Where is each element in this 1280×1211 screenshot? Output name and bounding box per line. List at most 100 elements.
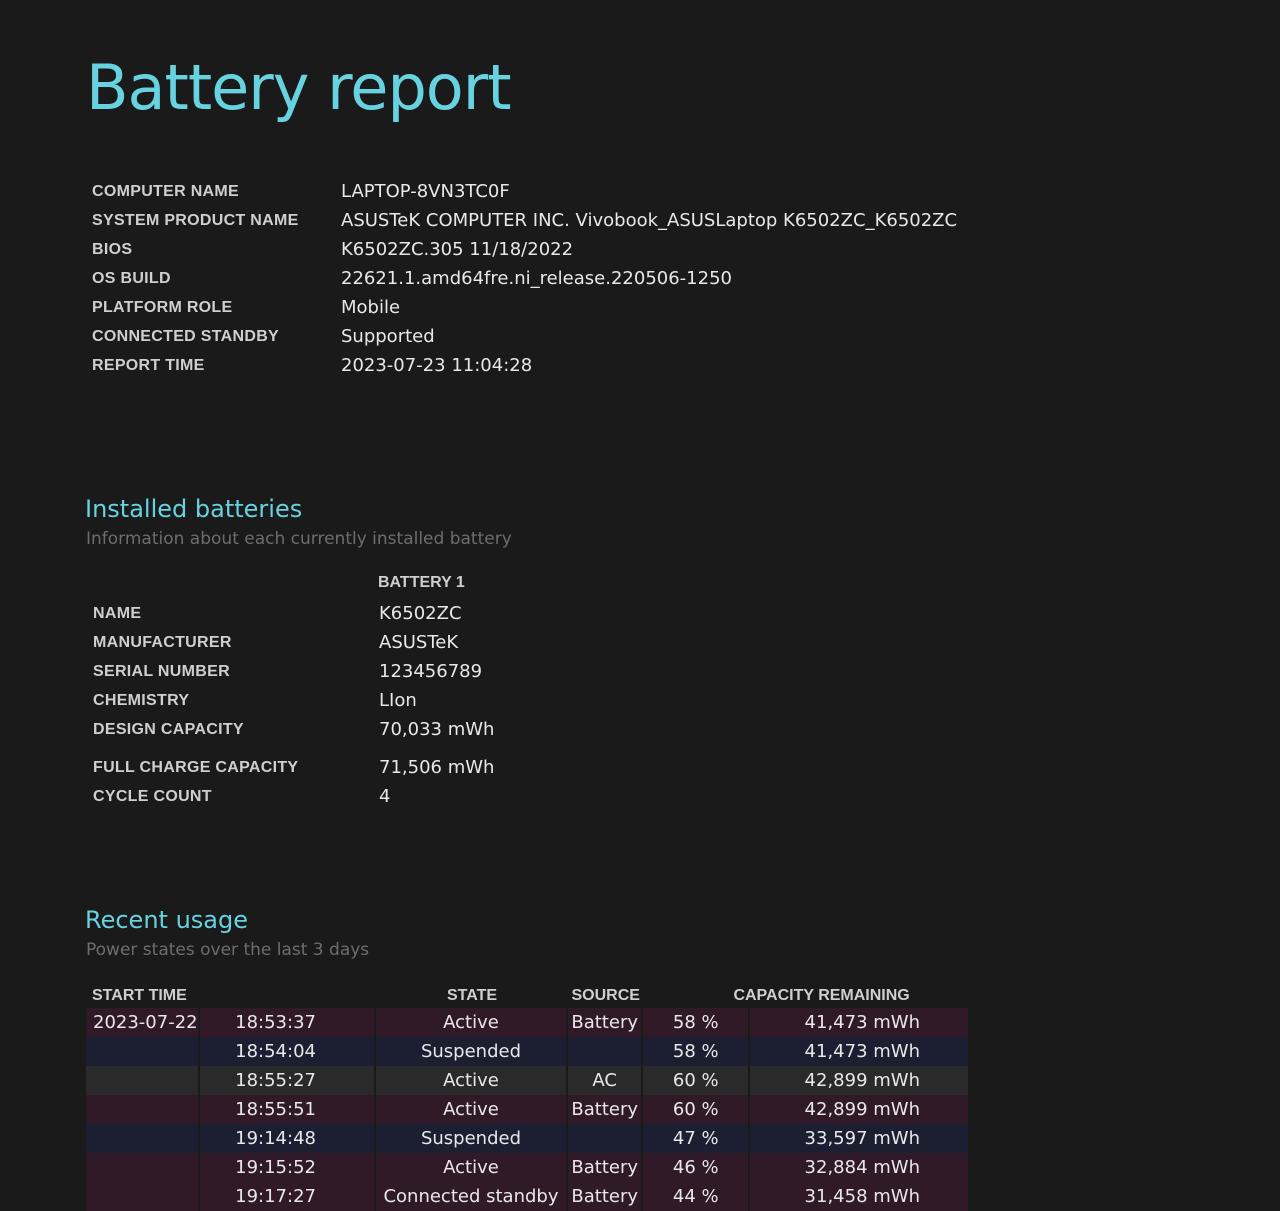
usage-row: 19:14:48 Suspended 47 % 33,597 mWh: [86, 1124, 968, 1153]
battery-info-row: CYCLE COUNT 4: [93, 782, 494, 811]
manufacturer-label: MANUFACTURER: [93, 633, 232, 651]
design-capacity-label: DESIGN CAPACITY: [93, 720, 244, 738]
usage-row: 2023-07-22 18:53:37 Active Battery 58 % 41,47…: [86, 1008, 968, 1037]
usage-capacity-percent: 44 %: [643, 1182, 751, 1211]
capacity-remaining-header: CAPACITY REMAINING: [733, 986, 910, 1004]
installed-batteries-subtitle: Information about each currently install…: [86, 529, 512, 549]
os-build-label: OS BUILD: [92, 269, 171, 287]
usage-state: Suspended: [375, 1037, 568, 1066]
usage-source: Battery: [567, 1095, 644, 1124]
usage-time: 19:17:27: [199, 1182, 376, 1211]
system-info-row: COMPUTER NAME LAPTOP-8VN3TC0F: [92, 177, 957, 206]
platform-role-value: Mobile: [341, 297, 401, 318]
computer-name-label: COMPUTER NAME: [92, 182, 240, 200]
usage-capacity-mwh: 31,458 mWh: [750, 1182, 968, 1211]
recent-usage-subtitle: Power states over the last 3 days: [86, 940, 370, 960]
source-header: SOURCE: [571, 986, 640, 1004]
system-product-name-value: ASUSTeK COMPUTER INC. Vivobook_ASUSLapto…: [341, 210, 958, 231]
usage-date: [86, 1095, 200, 1124]
usage-capacity-mwh: 41,473 mWh: [750, 1037, 968, 1066]
state-header: STATE: [446, 986, 498, 1004]
computer-name-value: LAPTOP-8VN3TC0F: [341, 181, 510, 202]
usage-time: 18:55:27: [199, 1066, 376, 1095]
usage-date: [86, 1153, 200, 1182]
battery-1-column-header: BATTERY 1: [378, 574, 465, 591]
usage-state: Connected standby: [375, 1182, 568, 1211]
chemistry-value: LIon: [379, 690, 417, 711]
usage-state: Active: [375, 1095, 568, 1124]
report-time-value: 2023-07-23 11:04:28: [341, 355, 533, 376]
name-label: NAME: [93, 604, 142, 622]
usage-time: 19:14:48: [199, 1124, 376, 1153]
bios-value: K6502ZC.305 11/18/2022: [341, 239, 574, 260]
bios-label: BIOS: [92, 240, 133, 258]
battery-info-row: CHEMISTRY LIon: [93, 686, 494, 715]
usage-source: Battery: [567, 1153, 644, 1182]
usage-capacity-mwh: 41,473 mWh: [750, 1008, 968, 1037]
usage-date: [86, 1182, 200, 1211]
usage-state: Active: [375, 1153, 568, 1182]
system-info-table: COMPUTER NAME LAPTOP-8VN3TC0F SYSTEM PRODU…: [92, 177, 957, 380]
manufacturer-value: ASUSTeK: [379, 632, 459, 653]
usage-state: Active: [375, 1008, 568, 1037]
os-build-value: 22621.1.amd64fre.ni_release.220506-1250: [341, 268, 732, 289]
name-value: K6502ZC: [379, 603, 462, 624]
report-time-label: REPORT TIME: [92, 356, 205, 374]
usage-time: 18:54:04: [199, 1037, 376, 1066]
usage-time: 18:53:37: [199, 1008, 376, 1037]
system-info-row: CONNECTED STANDBY Supported: [92, 322, 957, 351]
usage-date: 2023-07-22: [86, 1008, 200, 1037]
usage-row: 18:55:51 Active Battery 60 % 42,899 mWh: [86, 1095, 968, 1124]
usage-source: Battery: [567, 1182, 644, 1211]
usage-state: Active: [375, 1066, 568, 1095]
cycle-count-value: 4: [379, 786, 391, 807]
connected-standby-value: Supported: [341, 326, 435, 347]
full-charge-capacity-value: 71,506 mWh: [379, 757, 495, 778]
connected-standby-label: CONNECTED STANDBY: [92, 327, 280, 345]
usage-capacity-percent: 47 %: [643, 1124, 751, 1153]
usage-state: Suspended: [375, 1124, 568, 1153]
recent-usage-title: Recent usage: [85, 906, 248, 934]
usage-row: 18:54:04 Suspended 58 % 41,473 mWh: [86, 1037, 968, 1066]
battery-info-row: MANUFACTURER ASUSTeK: [93, 628, 494, 657]
usage-capacity-percent: 46 %: [643, 1153, 751, 1182]
usage-date: [86, 1124, 200, 1153]
system-product-name-label: SYSTEM PRODUCT NAME: [92, 211, 299, 229]
design-capacity-value: 70,033 mWh: [379, 719, 495, 740]
usage-capacity-percent: 58 %: [643, 1037, 751, 1066]
usage-source: [567, 1037, 644, 1066]
full-charge-capacity-label: FULL CHARGE CAPACITY: [93, 758, 299, 776]
serial-number-value: 123456789: [379, 661, 483, 682]
system-info-row: OS BUILD 22621.1.amd64fre.ni_release.2205…: [92, 264, 957, 293]
chemistry-label: CHEMISTRY: [93, 691, 190, 709]
start-time-header: START TIME: [92, 986, 187, 1004]
serial-number-label: SERIAL NUMBER: [93, 662, 230, 680]
usage-source: [567, 1124, 644, 1153]
system-info-row: BIOS K6502ZC.305 11/18/2022: [92, 235, 957, 264]
battery-info-row: NAME K6502ZC: [93, 599, 494, 628]
usage-date: [86, 1037, 200, 1066]
usage-source: Battery: [567, 1008, 644, 1037]
usage-capacity-mwh: 42,899 mWh: [750, 1066, 968, 1095]
usage-date: [86, 1066, 200, 1095]
battery-info-row: SERIAL NUMBER 123456789: [93, 657, 494, 686]
usage-capacity-mwh: 32,884 mWh: [750, 1153, 968, 1182]
recent-usage-table: START TIME STATE SOURCE CAPACITY REMAINI…: [86, 983, 968, 1211]
installed-batteries-title: Installed batteries: [85, 495, 303, 523]
battery-info-row: DESIGN CAPACITY 70,033 mWh: [93, 715, 494, 744]
system-info-row: REPORT TIME 2023-07-23 11:04:28: [92, 351, 957, 380]
usage-time: 18:55:51: [199, 1095, 376, 1124]
usage-source: AC: [567, 1066, 644, 1095]
usage-row: 19:15:52 Active Battery 46 % 32,884 mWh: [86, 1153, 968, 1182]
usage-capacity-percent: 58 %: [643, 1008, 751, 1037]
page-title: Battery report: [86, 51, 512, 124]
usage-capacity-percent: 60 %: [643, 1066, 751, 1095]
battery-info-row: FULL CHARGE CAPACITY 71,506 mWh: [93, 744, 494, 782]
usage-row: 19:17:27 Connected standby Battery 44 % 31,4…: [86, 1182, 968, 1211]
installed-batteries-table: NAME K6502ZC MANUFACTURER ASUSTeK SERIAL NUM…: [93, 599, 494, 811]
usage-time: 19:15:52: [199, 1153, 376, 1182]
recent-usage-header-row: START TIME STATE SOURCE CAPACITY REMAINI…: [86, 983, 968, 1008]
system-info-row: PLATFORM ROLE Mobile: [92, 293, 957, 322]
usage-capacity-mwh: 42,899 mWh: [750, 1095, 968, 1124]
usage-capacity-mwh: 33,597 mWh: [750, 1124, 968, 1153]
